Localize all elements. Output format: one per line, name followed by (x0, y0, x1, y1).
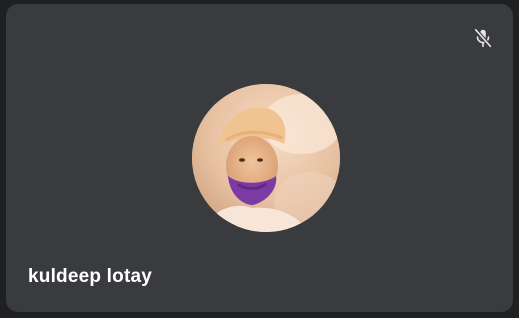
participant-video-tile[interactable]: kuldeep lotay (6, 4, 513, 312)
microphone-off-icon (473, 27, 493, 49)
profile-photo (192, 84, 340, 232)
mic-muted-indicator[interactable] (469, 24, 497, 52)
avatar (192, 84, 340, 232)
participant-name: kuldeep lotay (28, 266, 153, 287)
